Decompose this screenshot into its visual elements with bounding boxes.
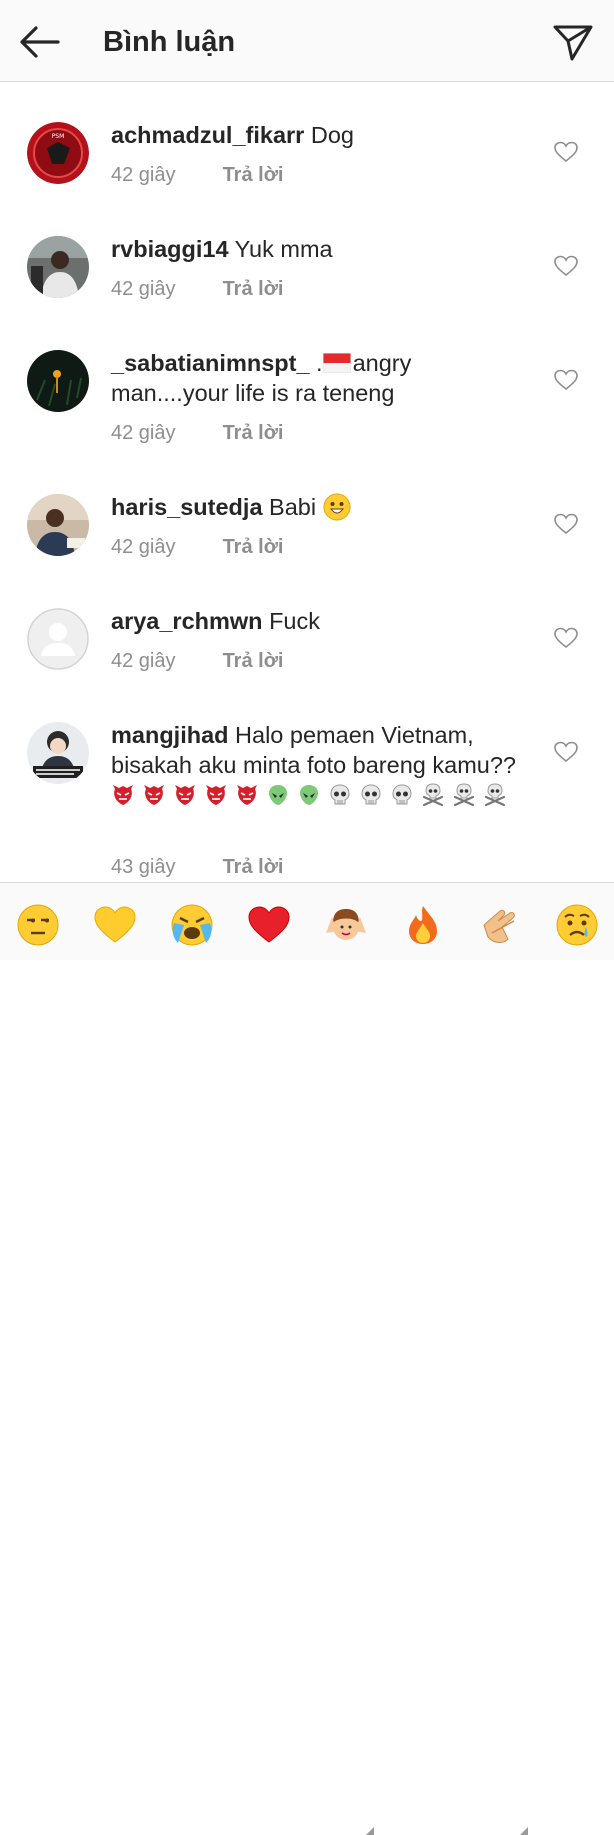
disappointed-relieved-face-icon[interactable] (555, 903, 599, 947)
avatar[interactable] (27, 350, 89, 412)
header: Bình luận (0, 0, 614, 82)
reply-button[interactable]: Trả lời (223, 536, 284, 558)
crying-face-icon[interactable] (170, 903, 214, 947)
comment-emojis (111, 782, 514, 808)
skull-crossbones-icon (483, 783, 507, 807)
goblin-mask-icon (235, 783, 259, 807)
comment-meta: 42 giây Trả lời (111, 422, 283, 445)
heart-icon[interactable] (553, 368, 579, 392)
avatar[interactable]: PSM (27, 122, 89, 184)
goblin-mask-icon (173, 783, 197, 807)
avatar[interactable] (27, 494, 89, 556)
emoji-quick-bar (0, 882, 614, 1835)
comment-body: Babi (269, 494, 317, 520)
avatar[interactable] (27, 236, 89, 298)
comment-username[interactable]: mangjihad (111, 722, 229, 748)
comment-time: 43 giây (111, 856, 176, 878)
skull-icon (328, 783, 352, 807)
comment-body: Fuck (269, 608, 320, 634)
comment-text: rvbiaggi14 Yuk mma (111, 234, 531, 264)
heart-icon[interactable] (553, 740, 579, 764)
comment-text: arya_rchmwn Fuck (111, 606, 531, 636)
svg-text:PSM: PSM (52, 133, 65, 140)
skull-icon (359, 783, 383, 807)
heart-icon[interactable] (553, 512, 579, 536)
red-heart-icon[interactable] (247, 903, 291, 947)
heart-icon[interactable] (553, 140, 579, 164)
comment-time: 42 giây (111, 536, 176, 558)
comment-username[interactable]: arya_rchmwn (111, 608, 263, 634)
skin-tone-indicator (366, 1827, 374, 1835)
avatar[interactable] (27, 722, 89, 784)
raising-hands-person-icon[interactable] (324, 903, 368, 947)
reply-button[interactable]: Trả lời (223, 650, 284, 672)
back-arrow-icon[interactable] (14, 22, 66, 62)
skin-tone-indicator (520, 1827, 528, 1835)
heart-icon[interactable] (553, 626, 579, 650)
comment-time: 42 giây (111, 164, 176, 186)
comment-username[interactable]: rvbiaggi14 (111, 236, 229, 262)
unamused-face-icon[interactable] (16, 903, 60, 947)
comment-meta: 42 giây Trả lời (111, 164, 283, 187)
avatar[interactable] (27, 608, 89, 670)
comment-text: mangjihad Halo pemaen Vietnam, bisakah a… (111, 720, 531, 810)
reply-button[interactable]: Trả lời (223, 164, 284, 186)
goblin-mask-icon (111, 783, 135, 807)
goblin-mask-icon (204, 783, 228, 807)
comment-time: 42 giây (111, 650, 176, 672)
reply-button[interactable]: Trả lời (223, 278, 284, 300)
comment-body: Yuk mma (234, 236, 333, 262)
comment-meta: 42 giây Trả lời (111, 536, 283, 559)
alien-icon (266, 783, 290, 807)
comment-username[interactable]: achmadzul_fikarr (111, 122, 304, 148)
indonesia-flag-icon (322, 353, 351, 373)
comment-username[interactable]: haris_sutedja (111, 494, 263, 520)
clapping-hands-icon[interactable] (478, 903, 522, 947)
skull-icon (390, 783, 414, 807)
alien-icon (297, 783, 321, 807)
reply-button[interactable]: Trả lời (223, 422, 284, 444)
comment-meta: 42 giây Trả lời (111, 650, 283, 673)
heart-icon[interactable] (553, 254, 579, 278)
comment-list: PSM achmadzul_fikarr Dog 42 giây Trả lời (0, 83, 614, 880)
comment-time: 42 giây (111, 422, 176, 444)
fire-icon[interactable] (401, 903, 445, 947)
skull-crossbones-icon (452, 783, 476, 807)
skull-crossbones-icon (421, 783, 445, 807)
page-title: Bình luận (103, 26, 236, 58)
comment-time: 42 giây (111, 278, 176, 300)
yellow-heart-icon[interactable] (93, 903, 137, 947)
comment-text: achmadzul_fikarr Dog (111, 120, 531, 150)
comment-username[interactable]: _sabatianimnspt_ (111, 350, 310, 376)
reply-button[interactable]: Trả lời (223, 856, 284, 878)
comment-text: _sabatianimnspt_ . angry man....your life… (111, 348, 531, 408)
comment-meta: 43 giây Trả lời (111, 856, 283, 879)
comment-text: haris_sutedja Babi (111, 492, 531, 522)
goblin-mask-icon (142, 783, 166, 807)
grinning-face-icon (323, 493, 351, 521)
comment-body: Dog (310, 122, 354, 148)
direct-send-icon[interactable] (550, 20, 596, 64)
comment-meta: 42 giây Trả lời (111, 278, 283, 301)
